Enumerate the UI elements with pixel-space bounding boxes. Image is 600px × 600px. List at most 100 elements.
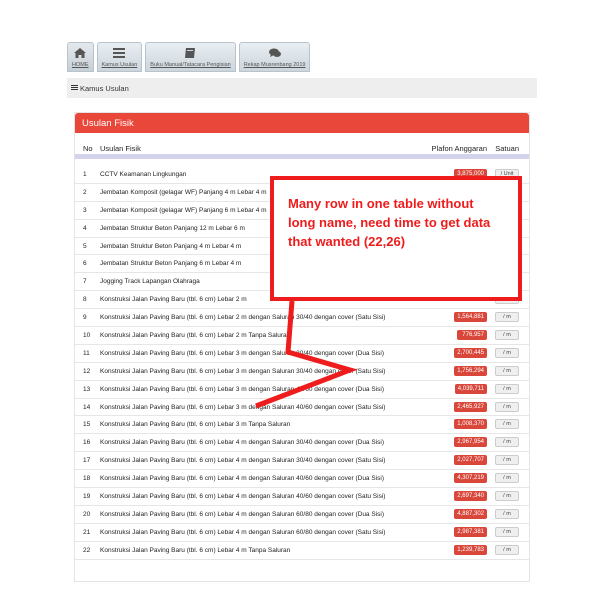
- row-satuan-button[interactable]: / m: [495, 401, 519, 412]
- row-number: 11: [83, 349, 90, 357]
- row-number: 19: [83, 493, 91, 501]
- nav-home-label: HOME: [72, 62, 89, 68]
- row-plafon-badge: 1,564,881: [454, 312, 487, 323]
- row-plafon-badge: 1,239,783: [454, 544, 487, 555]
- row-number: 16: [83, 439, 91, 447]
- row-number: 15: [83, 421, 91, 429]
- row-usulan-name: Jembatan Struktur Beton Panjang 4 m Leba…: [100, 242, 242, 250]
- book-icon: [185, 48, 196, 58]
- nav-rekap-musrenbang[interactable]: Rekap Musrenbang 2019: [238, 42, 311, 72]
- table-row[interactable]: 10 Konstruksi Jalan Paving Baru (tbl. 6 c…: [75, 327, 529, 345]
- row-satuan-button[interactable]: / m: [495, 312, 519, 323]
- row-usulan-name: Konstruksi Jalan Paving Baru (tbl. 6 cm)…: [100, 493, 386, 501]
- table-row[interactable]: 9 Konstruksi Jalan Paving Baru (tbl. 6 cm…: [75, 309, 529, 328]
- table-row[interactable]: 15 Konstruksi Jalan Paving Baru (tbl. 6 c…: [75, 416, 529, 435]
- row-number: 14: [83, 403, 91, 411]
- breadcrumb-label: Kamus Usulan: [80, 83, 129, 93]
- nav-kamus-usulan[interactable]: Kamus Usulan: [96, 42, 143, 72]
- row-usulan-name: Konstruksi Jalan Paving Baru (tbl. 6 cm)…: [100, 367, 386, 375]
- comments-icon: [268, 48, 281, 57]
- nav-rekap-musrenbang-label: Rekap Musrenbang 2019: [243, 62, 306, 68]
- row-usulan-name: Konstruksi Jalan Paving Baru (tbl. 6 cm)…: [100, 510, 384, 518]
- row-number: 12: [83, 367, 91, 375]
- row-satuan-button[interactable]: / m: [495, 473, 519, 484]
- row-usulan-name: Konstruksi Jalan Paving Baru (tbl. 6 cm)…: [100, 314, 386, 322]
- row-satuan-button[interactable]: / m: [495, 526, 519, 537]
- row-satuan-button[interactable]: / m: [495, 508, 519, 519]
- top-nav: HOME Kamus Usulan Buku Manual/Tatacara P…: [67, 42, 311, 72]
- row-plafon-badge: 2,027,707: [454, 455, 487, 466]
- row-plafon-badge: 2,697,340: [454, 491, 487, 502]
- row-plafon-badge: 776,957: [457, 330, 487, 341]
- nav-buku-manual-label: Buku Manual/Tatacara Pengisian: [150, 62, 231, 68]
- row-usulan-name: Konstruksi Jalan Paving Baru (tbl. 6 cm)…: [100, 332, 291, 340]
- row-satuan-button[interactable]: / m: [495, 383, 519, 394]
- row-usulan-name: Konstruksi Jalan Paving Baru (tbl. 6 cm)…: [100, 546, 291, 554]
- nav-buku-manual[interactable]: Buku Manual/Tatacara Pengisian: [145, 42, 236, 72]
- row-usulan-name: Jembatan Struktur Beton Panjang 12 m Leb…: [100, 224, 245, 232]
- row-number: 5: [83, 242, 87, 250]
- row-satuan-button[interactable]: / m: [495, 544, 519, 555]
- row-usulan-name: Konstruksi Jalan Paving Baru (tbl. 6 cm)…: [100, 475, 384, 483]
- table-row[interactable]: 22 Konstruksi Jalan Paving Baru (tbl. 6 c…: [75, 542, 529, 560]
- row-usulan-name: Jogging Track Lapangan Olahraga: [100, 278, 200, 286]
- row-number: 6: [83, 260, 87, 268]
- table-row[interactable]: 16 Konstruksi Jalan Paving Baru (tbl. 6 c…: [75, 434, 529, 453]
- nav-home[interactable]: HOME: [67, 42, 94, 72]
- row-number: 18: [83, 475, 91, 483]
- row-number: 7: [83, 278, 87, 286]
- row-usulan-name: Konstruksi Jalan Paving Baru (tbl. 6 cm)…: [100, 457, 386, 465]
- row-number: 8: [83, 296, 87, 304]
- row-usulan-name: Jembatan Komposit (gelagar WF) Panjang 6…: [100, 206, 267, 214]
- home-icon: [74, 48, 87, 58]
- list-icon: [71, 85, 78, 91]
- row-plafon-badge: 2,987,381: [454, 526, 487, 537]
- row-number: 17: [83, 457, 91, 465]
- row-plafon-badge: 4,039,711: [454, 383, 487, 394]
- row-number: 20: [83, 510, 91, 518]
- row-usulan-name: Konstruksi Jalan Paving Baru (tbl. 6 cm)…: [100, 403, 386, 411]
- row-satuan-button[interactable]: / m: [495, 347, 519, 358]
- table-row[interactable]: 21 Konstruksi Jalan Paving Baru (tbl. 6 c…: [75, 524, 529, 542]
- table-header: No Usulan Fisik Plafon Anggaran Satuan: [75, 141, 529, 159]
- row-number: 4: [83, 224, 87, 232]
- breadcrumb: Kamus Usulan: [67, 78, 537, 98]
- table-row[interactable]: 13 Konstruksi Jalan Paving Baru (tbl. 6 c…: [75, 381, 529, 399]
- row-usulan-name: Konstruksi Jalan Paving Baru (tbl. 6 cm)…: [100, 421, 291, 429]
- row-satuan-button[interactable]: / m: [495, 491, 519, 502]
- row-number: 2: [83, 188, 87, 196]
- row-plafon-badge: 1,008,370: [454, 419, 487, 430]
- row-number: 13: [83, 385, 91, 393]
- panel-title: Usulan Fisik: [75, 113, 529, 133]
- row-satuan-button[interactable]: / m: [495, 437, 519, 448]
- row-usulan-name: Konstruksi Jalan Paving Baru (tbl. 6 cm)…: [100, 439, 384, 447]
- table-row[interactable]: 11 Konstruksi Jalan Paving Baru (tbl. 6 c…: [75, 345, 529, 363]
- header-usulan-fisik: Usulan Fisik: [100, 144, 141, 153]
- header-no: No: [83, 144, 93, 153]
- header-plafon-anggaran: Plafon Anggaran: [431, 144, 487, 153]
- table-row[interactable]: 20 Konstruksi Jalan Paving Baru (tbl. 6 c…: [75, 506, 529, 524]
- row-plafon-badge: 2,967,954: [454, 437, 487, 448]
- row-usulan-name: Jembatan Komposit (gelagar WF) Panjang 4…: [100, 188, 267, 196]
- row-satuan-button[interactable]: / m: [495, 365, 519, 376]
- row-usulan-name: CCTV Keamanan Lingkungan: [100, 171, 187, 178]
- header-satuan: Satuan: [495, 144, 519, 153]
- table-row[interactable]: 19 Konstruksi Jalan Paving Baru (tbl. 6 c…: [75, 488, 529, 506]
- row-plafon-badge: 1,756,294: [454, 365, 487, 376]
- row-usulan-name: Konstruksi Jalan Paving Baru (tbl. 6 cm)…: [100, 528, 386, 536]
- row-plafon-badge: 4,307,219: [454, 473, 487, 484]
- row-number: 22: [83, 546, 91, 554]
- table-row[interactable]: 18 Konstruksi Jalan Paving Baru (tbl. 6 c…: [75, 470, 529, 489]
- row-satuan-button[interactable]: / m: [495, 330, 519, 341]
- table-row[interactable]: 14 Konstruksi Jalan Paving Baru (tbl. 6 c…: [75, 399, 529, 417]
- row-usulan-name: Konstruksi Jalan Paving Baru (tbl. 6 cm)…: [100, 296, 247, 304]
- row-satuan-button[interactable]: / m: [495, 455, 519, 466]
- row-number: 3: [83, 206, 87, 214]
- table-row[interactable]: 17 Konstruksi Jalan Paving Baru (tbl. 6 c…: [75, 452, 529, 471]
- row-satuan-button[interactable]: / m: [495, 419, 519, 430]
- table-row[interactable]: 12 Konstruksi Jalan Paving Baru (tbl. 6 c…: [75, 363, 529, 381]
- list-icon: [113, 48, 126, 58]
- row-usulan-name: Konstruksi Jalan Paving Baru (tbl. 6 cm)…: [100, 349, 384, 357]
- row-number: 9: [83, 314, 87, 322]
- annotation-text: Many row in one table without long name,…: [288, 196, 491, 249]
